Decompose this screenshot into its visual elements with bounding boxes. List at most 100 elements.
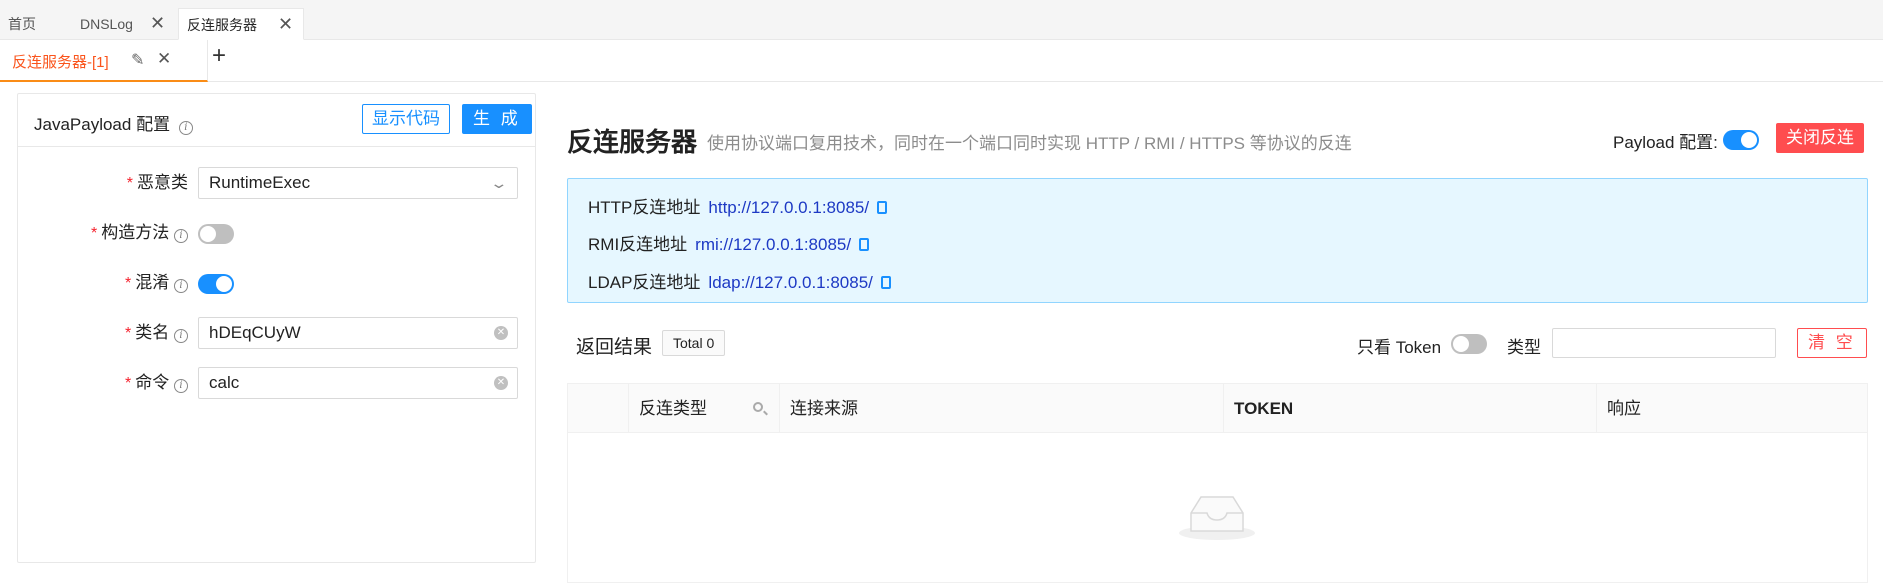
command-input[interactable]: calc ✕ [198, 367, 518, 399]
label-text: 命令 [135, 373, 170, 392]
info-icon: i [174, 329, 188, 343]
edit-icon[interactable]: ✎ [131, 50, 144, 70]
column-label: 连接来源 [790, 399, 858, 418]
required-mark: * [125, 275, 132, 292]
add-tab-button[interactable]: + [204, 42, 234, 70]
copy-icon[interactable] [880, 276, 891, 289]
copy-icon[interactable] [859, 238, 870, 251]
field-label: * 混淆 i [125, 267, 188, 299]
toggle-knob [216, 276, 232, 292]
label-text: 恶意类 [137, 173, 188, 192]
required-mark: * [126, 175, 133, 192]
field-constructor: * 构造方法 i [18, 217, 535, 257]
tab-label: 反连服务器-[1] [12, 54, 109, 71]
field-malicious-class: * 恶意类 RuntimeExec ⌄ [18, 167, 535, 207]
info-icon: i [174, 279, 188, 293]
chevron-down-icon: ⌄ [489, 175, 509, 191]
toggle-knob [1453, 336, 1469, 352]
panel-title-text: JavaPayload 配置 [34, 115, 171, 134]
close-reverse-button[interactable]: 关闭反连 [1776, 123, 1864, 153]
copy-icon[interactable] [877, 201, 888, 214]
tab-home[interactable]: 首页 [0, 8, 72, 40]
field-command: * 命令 i calc ✕ [18, 367, 535, 407]
info-icon: i [174, 379, 188, 393]
generate-button[interactable]: 生 成 [462, 104, 532, 134]
field-label: * 类名 i [125, 317, 188, 349]
page-description: 使用协议端口复用技术，同时在一个端口同时实现 HTTP / RMI / HTTP… [707, 134, 1352, 153]
tab-label: 反连服务器 [187, 17, 257, 33]
panel-header: JavaPayload 配置 i 显示代码 生 成 [18, 94, 535, 147]
field-obfuscate: * 混淆 i [18, 267, 535, 307]
field-label: * 恶意类 [127, 167, 188, 199]
column-label: TOKEN [1234, 399, 1294, 418]
label-text: 类名 [135, 323, 170, 342]
required-mark: * [125, 325, 132, 342]
column-label: 响应 [1607, 399, 1641, 418]
column-label: 反连类型 [639, 399, 707, 418]
address-url[interactable]: rmi://127.0.0.1:8085/ [695, 235, 851, 254]
info-icon: i [174, 229, 188, 243]
only-token-toggle[interactable] [1451, 334, 1487, 354]
malicious-class-select[interactable]: RuntimeExec ⌄ [198, 167, 518, 199]
toggle-knob [1741, 132, 1757, 148]
column-header-token: TOKEN [1223, 384, 1596, 433]
address-url[interactable]: http://127.0.0.1:8085/ [708, 198, 869, 217]
field-label: * 构造方法 i [91, 217, 188, 249]
address-label: LDAP反连地址 [588, 273, 701, 292]
select-value: RuntimeExec [209, 173, 311, 192]
label-text: 混淆 [135, 273, 170, 292]
constructor-toggle[interactable] [198, 224, 234, 244]
ldap-address-row: LDAP反连地址 ldap://127.0.0.1:8085/ [588, 268, 891, 293]
toggle-knob [200, 226, 216, 242]
label-text: 构造方法 [101, 223, 170, 242]
close-icon[interactable]: ✕ [157, 49, 171, 69]
required-mark: * [91, 225, 98, 242]
payload-config-toggle[interactable] [1723, 130, 1759, 150]
column-header-response: 响应 [1596, 384, 1867, 433]
clear-button[interactable]: 清 空 [1797, 328, 1867, 358]
input-value: hDEqCUyW [209, 323, 301, 342]
required-mark: * [125, 375, 132, 392]
payload-config-label: Payload 配置: [1613, 133, 1718, 152]
page-title: 反连服务器 [567, 127, 698, 157]
tab-reverse-server-1[interactable]: 反连服务器-[1] ✎ ✕ [0, 40, 208, 82]
clear-icon[interactable]: ✕ [494, 326, 508, 340]
only-token-label: 只看 Token [1357, 338, 1442, 357]
field-class-name: * 类名 i hDEqCUyW ✕ [18, 317, 535, 357]
results-label: 返回结果 [576, 337, 653, 358]
close-icon[interactable]: ✕ [278, 9, 293, 39]
class-name-input[interactable]: hDEqCUyW ✕ [198, 317, 518, 349]
address-label: RMI反连地址 [588, 235, 688, 254]
java-payload-panel: JavaPayload 配置 i 显示代码 生 成 * 恶意类 RuntimeEx… [17, 93, 536, 563]
empty-inbox-icon [1179, 496, 1255, 540]
results-table: 反连类型 连接来源 TOKEN 响应 [567, 383, 1868, 583]
plus-icon: + [211, 42, 226, 69]
top-tab-bar: 首页 DNSLog ✕ 反连服务器 ✕ [0, 0, 1883, 40]
tab-dnslog[interactable]: DNSLog ✕ [72, 8, 178, 40]
column-header-type[interactable]: 反连类型 [628, 384, 779, 433]
column-header-blank [568, 384, 628, 433]
address-url[interactable]: ldap://127.0.0.1:8085/ [708, 273, 872, 292]
table-header: 反连类型 连接来源 TOKEN 响应 [568, 384, 1867, 433]
http-address-row: HTTP反连地址 http://127.0.0.1:8085/ [588, 193, 888, 218]
type-input[interactable] [1552, 328, 1776, 358]
close-icon[interactable]: ✕ [150, 8, 165, 38]
reverse-address-box: HTTP反连地址 http://127.0.0.1:8085/ RMI反连地址 rm… [567, 178, 1868, 303]
input-value: calc [209, 373, 240, 392]
address-label: HTTP反连地址 [588, 198, 701, 217]
search-icon[interactable] [753, 402, 763, 412]
obfuscate-toggle[interactable] [198, 274, 234, 294]
rmi-address-row: RMI反连地址 rmi://127.0.0.1:8085/ [588, 230, 870, 255]
column-header-source: 连接来源 [779, 384, 1223, 433]
info-icon: i [178, 121, 193, 135]
show-code-button[interactable]: 显示代码 [362, 104, 450, 134]
tab-label: DNSLog [80, 16, 133, 32]
panel-title: JavaPayload 配置 i [34, 110, 193, 135]
total-tag: Total 0 [662, 330, 726, 356]
sub-tab-bar: 反连服务器-[1] ✎ ✕ + [0, 40, 1883, 82]
type-label: 类型 [1507, 338, 1541, 357]
tab-label: 首页 [8, 16, 36, 32]
tab-reverse-server[interactable]: 反连服务器 ✕ [178, 8, 304, 40]
field-label: * 命令 i [125, 367, 188, 399]
clear-icon[interactable]: ✕ [494, 376, 508, 390]
